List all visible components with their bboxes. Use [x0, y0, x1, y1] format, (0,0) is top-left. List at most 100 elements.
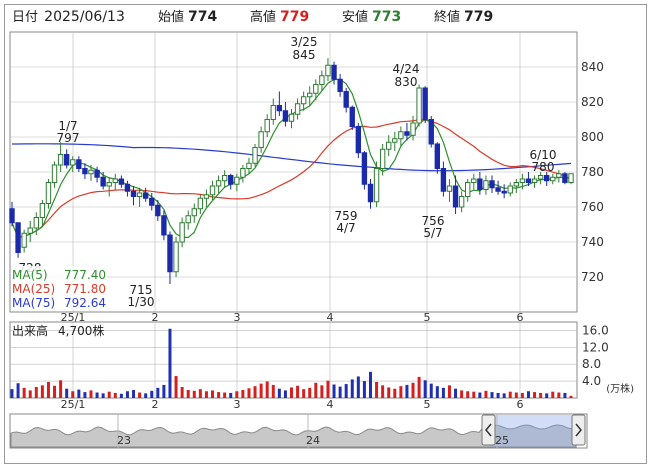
- candle-body: [489, 180, 495, 189]
- volume-bar: [417, 376, 421, 398]
- candle-body: [142, 192, 149, 199]
- ma-legend: MA(5) 777.40 MA(25) 771.80 MA(75) 792.64: [11, 266, 107, 310]
- price-tick-label: 760: [581, 200, 604, 214]
- volume-bar: [265, 381, 269, 398]
- candle-body: [501, 190, 507, 194]
- candle-body: [63, 154, 70, 166]
- right-handle-box[interactable]: [571, 414, 586, 446]
- candle-body: [136, 192, 143, 197]
- volume-axis: 16.0 12.0 8.0 4.0: [582, 323, 609, 388]
- candle-body: [258, 131, 264, 148]
- candle-body: [76, 159, 82, 169]
- left-handle-box[interactable]: [481, 414, 496, 446]
- volume-bar: [10, 389, 14, 398]
- volume-bar: [34, 387, 38, 398]
- volume-bar: [95, 392, 99, 398]
- candle-body: [562, 173, 568, 183]
- candle-body: [70, 159, 76, 166]
- volume-bar: [186, 389, 190, 398]
- month-tick-label: 2: [152, 398, 159, 411]
- volume-value: 4,700株: [58, 323, 104, 338]
- candle-body: [106, 182, 112, 187]
- volume-bar: [107, 391, 111, 398]
- volume-bar: [156, 387, 160, 398]
- candle-body: [197, 197, 204, 210]
- volume-bar: [28, 390, 32, 398]
- volume-bar: [259, 383, 263, 398]
- candle-body: [234, 176, 240, 185]
- candle-body: [568, 173, 574, 183]
- price-tick-label: 740: [581, 235, 604, 249]
- candle-body: [118, 178, 125, 185]
- candle-body: [161, 215, 167, 236]
- volume-bar: [344, 384, 348, 398]
- annotation-value: 780: [532, 160, 555, 174]
- candle-body: [373, 168, 380, 203]
- candle: [173, 236, 179, 277]
- candle-body: [167, 234, 173, 273]
- candle-body: [270, 105, 276, 120]
- volume-tick-label: 12.0: [582, 340, 609, 354]
- navigator-right-handle[interactable]: [571, 414, 586, 446]
- candle-body: [398, 131, 404, 140]
- candle-body: [112, 178, 118, 183]
- volume-bar: [393, 388, 397, 398]
- volume-bar: [253, 386, 257, 398]
- volume-bar: [490, 392, 494, 398]
- volume-bar: [478, 392, 482, 398]
- volume-bar: [113, 392, 117, 398]
- volume-bar: [502, 393, 506, 398]
- candle-body: [556, 173, 562, 178]
- volume-bar: [229, 392, 233, 398]
- candle-body: [343, 91, 349, 108]
- legend-label-ma5: MA(5): [12, 268, 48, 282]
- candle-body: [483, 180, 489, 190]
- price-tick-label: 820: [581, 95, 604, 109]
- volume-bar: [308, 387, 312, 398]
- candle-body: [337, 78, 343, 92]
- month-tick-label: 3: [234, 398, 241, 411]
- candle-body: [440, 168, 447, 192]
- candle-body: [294, 103, 301, 115]
- volume-unit: (万株): [606, 382, 634, 395]
- volume-bar: [150, 390, 154, 398]
- candle-body: [349, 106, 355, 127]
- volume-bar: [454, 388, 458, 398]
- volume-label: 出来高: [12, 323, 48, 338]
- volume-bar: [356, 376, 360, 398]
- volume-bar: [241, 389, 245, 398]
- candle-body: [282, 110, 289, 122]
- candle-body: [537, 175, 544, 180]
- candle-body: [465, 182, 471, 197]
- candle-body: [130, 190, 137, 197]
- volume-bar: [174, 376, 178, 398]
- candle-body: [428, 119, 434, 145]
- candle-body: [458, 196, 465, 208]
- annotation-value: 830: [395, 75, 418, 89]
- candle-body: [416, 87, 422, 124]
- candle: [355, 123, 362, 158]
- price-axis: 840 820 800 780 760 740 720: [581, 60, 604, 284]
- legend-value-ma5: 777.40: [64, 268, 106, 282]
- volume-bar: [235, 391, 239, 398]
- volume-bar: [46, 381, 50, 398]
- candle-body: [39, 203, 46, 218]
- price-tick-label: 720: [581, 270, 604, 284]
- candle-body: [33, 217, 39, 229]
- candle-body: [45, 182, 52, 204]
- volume-bar: [223, 392, 227, 398]
- volume-bar: [526, 391, 530, 398]
- candle-body: [276, 105, 283, 112]
- candle-body: [452, 185, 459, 208]
- candle-body: [386, 141, 392, 150]
- navigator-year: 23: [117, 434, 131, 447]
- volume-bar: [332, 384, 336, 398]
- volume-bar: [40, 385, 44, 398]
- navigator-left-handle[interactable]: [481, 414, 496, 446]
- candle-body: [307, 92, 313, 98]
- candle-body: [27, 227, 33, 234]
- volume-bar: [557, 392, 561, 398]
- legend-label-ma75: MA(75): [12, 296, 55, 310]
- volume-bar: [429, 383, 433, 398]
- candle: [428, 116, 434, 148]
